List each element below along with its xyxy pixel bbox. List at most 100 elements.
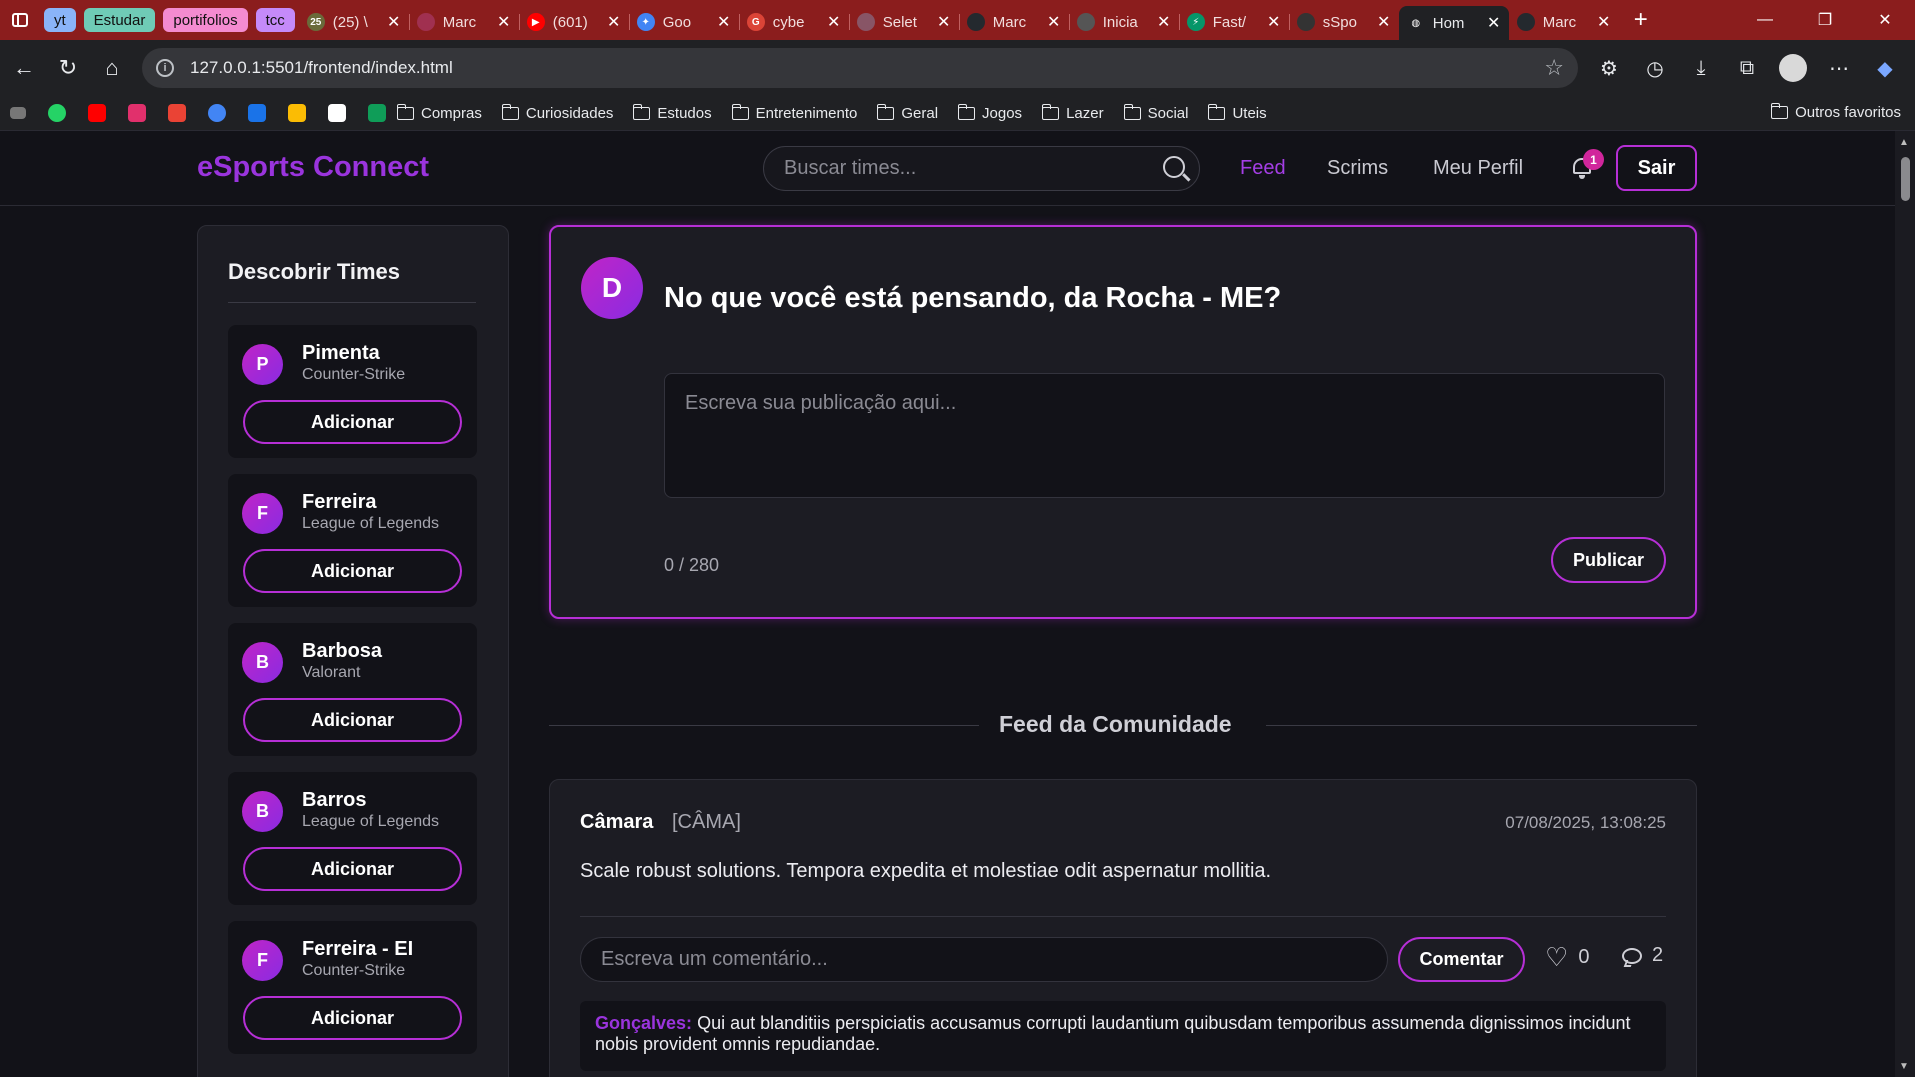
bookmark-folder[interactable]: Lazer: [1042, 103, 1104, 122]
char-counter: 0 / 280: [664, 555, 720, 575]
tab-group-portifolios[interactable]: portifolios: [163, 8, 248, 32]
bookmark-folder[interactable]: Social: [1123, 103, 1188, 122]
site-logo[interactable]: eSports Connect: [197, 151, 429, 184]
tab-favicon-icon: [1296, 13, 1315, 31]
copilot-icon[interactable]: ◆: [1866, 48, 1904, 88]
tab-group-estudar[interactable]: Estudar: [83, 8, 156, 32]
bookmark-folder[interactable]: Geral: [877, 103, 938, 122]
team-name: Barbosa: [302, 640, 383, 662]
browser-tab[interactable]: Gcybe ✕: [738, 6, 849, 38]
reader-icon[interactable]: [10, 107, 26, 119]
bookmark-folder[interactable]: Uteis: [1208, 103, 1267, 122]
photos-icon[interactable]: [288, 104, 306, 122]
extensions-icon[interactable]: ⚙: [1590, 48, 1628, 88]
browser-tab[interactable]: ◍ Hom ✕: [1398, 6, 1509, 40]
tab-close-icon[interactable]: ✕: [1157, 12, 1171, 32]
new-tab-button[interactable]: +: [1623, 6, 1659, 34]
comment-button[interactable]: Comentar: [1398, 937, 1525, 982]
bookmark-star-icon[interactable]: ☆: [1544, 55, 1564, 81]
nav-feed[interactable]: Feed: [1240, 157, 1286, 180]
gmail-icon[interactable]: [168, 104, 186, 122]
drive-icon[interactable]: [368, 104, 386, 122]
page-scrollbar[interactable]: ▲ ▼: [1895, 131, 1915, 1077]
browser-tab[interactable]: Inicia ✕: [1068, 6, 1179, 38]
history-icon[interactable]: ◷: [1636, 48, 1674, 88]
tab-close-icon[interactable]: ✕: [1377, 12, 1391, 32]
tab-close-icon[interactable]: ✕: [1267, 12, 1281, 32]
bookmark-folder[interactable]: Entretenimento: [731, 103, 857, 122]
notion-icon[interactable]: [328, 104, 346, 122]
nav-scrims[interactable]: Scrims: [1327, 157, 1388, 180]
nav-profile[interactable]: Meu Perfil: [1433, 157, 1523, 180]
bookmark-folder[interactable]: Compras: [397, 103, 482, 122]
comments-toggle[interactable]: 2: [1622, 944, 1663, 967]
window-icon: [12, 13, 28, 27]
bookmark-folder[interactable]: Curiosidades: [501, 103, 613, 122]
scroll-up-icon[interactable]: ▲: [1899, 137, 1909, 148]
bookmark-folder[interactable]: Estudos: [633, 103, 712, 122]
browser-tab[interactable]: sSpo ✕: [1288, 6, 1399, 38]
comment-input[interactable]: [580, 937, 1388, 982]
screenshot-icon[interactable]: ⧉: [1728, 48, 1766, 88]
url-text[interactable]: 127.0.0.1:5501/frontend/index.html: [190, 58, 453, 78]
restore-button[interactable]: ❐: [1795, 0, 1855, 40]
browser-tab[interactable]: ✦ Goo ✕: [628, 6, 739, 38]
other-bookmarks[interactable]: Outros favoritos: [1771, 103, 1901, 121]
close-window-button[interactable]: ✕: [1855, 0, 1915, 40]
browser-tab[interactable]: ⚡ Fast/ ✕: [1178, 6, 1289, 38]
browser-tab[interactable]: Selet ✕: [848, 6, 959, 38]
site-info-icon[interactable]: i: [156, 59, 174, 77]
browser-tab[interactable]: ▶ (601) ✕: [518, 6, 629, 38]
add-team-button[interactable]: Adicionar: [243, 698, 462, 742]
search-icon[interactable]: [1163, 156, 1185, 178]
home-button[interactable]: ⌂: [92, 48, 132, 88]
add-team-button[interactable]: Adicionar: [243, 996, 462, 1040]
profile-avatar[interactable]: [1779, 54, 1807, 82]
tab-close-icon[interactable]: ✕: [937, 12, 951, 32]
downloads-icon[interactable]: ⤓: [1682, 48, 1720, 88]
tab-close-icon[interactable]: ✕: [1487, 13, 1501, 33]
reload-button[interactable]: ↻: [48, 48, 88, 88]
calendar-icon[interactable]: [248, 104, 266, 122]
tab-close-icon[interactable]: ✕: [1597, 12, 1611, 32]
google-icon[interactable]: [208, 104, 226, 122]
tab-close-icon[interactable]: ✕: [827, 12, 841, 32]
tab-close-icon[interactable]: ✕: [717, 12, 731, 32]
add-team-button[interactable]: Adicionar: [243, 549, 462, 593]
tab-close-icon[interactable]: ✕: [607, 12, 621, 32]
tab-actions-button[interactable]: [0, 0, 40, 40]
whatsapp-icon[interactable]: [48, 104, 66, 122]
post-textarea[interactable]: [664, 373, 1665, 498]
scroll-down-icon[interactable]: ▼: [1899, 1061, 1909, 1072]
browser-tab[interactable]: Marc ✕: [958, 6, 1069, 38]
comment-text: Qui aut blanditiis perspiciatis accusamu…: [595, 1013, 1631, 1054]
search-input[interactable]: [784, 157, 1144, 180]
team-search[interactable]: [763, 146, 1200, 191]
tab-group-tcc[interactable]: tcc: [255, 8, 295, 32]
scrollbar-thumb[interactable]: [1901, 157, 1910, 201]
add-team-button[interactable]: Adicionar: [243, 847, 462, 891]
add-team-button[interactable]: Adicionar: [243, 400, 462, 444]
browser-tab[interactable]: Marc ✕: [408, 6, 519, 38]
browser-tab[interactable]: 25 (25) \ ✕: [299, 6, 409, 38]
browser-tab[interactable]: Marc ✕: [1509, 6, 1619, 38]
like-button[interactable]: ♡ 0: [1545, 944, 1589, 970]
tab-close-icon[interactable]: ✕: [1047, 12, 1061, 32]
tab-group-yt[interactable]: yt: [44, 8, 76, 32]
bookmark-folder[interactable]: Jogos: [958, 103, 1022, 122]
divider: [228, 302, 476, 303]
instagram-icon[interactable]: [128, 104, 146, 122]
post-author[interactable]: Câmara: [580, 811, 653, 834]
logout-button[interactable]: Sair: [1616, 145, 1697, 191]
tab-close-icon[interactable]: ✕: [387, 12, 401, 32]
more-menu-icon[interactable]: ⋯: [1820, 48, 1858, 88]
back-button[interactable]: ←: [4, 48, 44, 88]
folder-icon: [1208, 103, 1226, 120]
user-avatar: D: [581, 257, 643, 319]
minimize-button[interactable]: —: [1735, 0, 1795, 40]
youtube-icon[interactable]: [88, 104, 106, 122]
publish-button[interactable]: Publicar: [1551, 537, 1666, 583]
team-tag: [CÂMA]: [672, 811, 741, 833]
tab-close-icon[interactable]: ✕: [497, 12, 511, 32]
address-bar[interactable]: i 127.0.0.1:5501/frontend/index.html ☆: [142, 48, 1578, 88]
